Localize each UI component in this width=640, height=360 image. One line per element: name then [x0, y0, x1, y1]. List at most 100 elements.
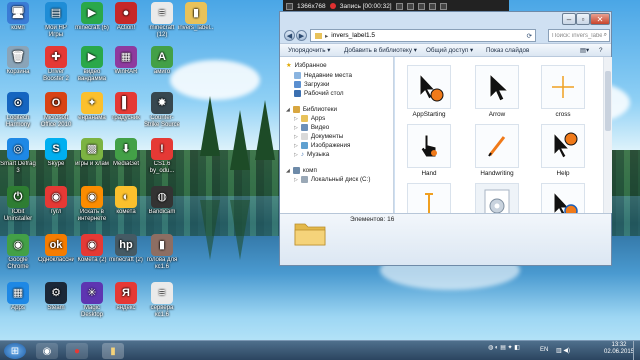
- back-button[interactable]: ◀: [284, 30, 295, 41]
- desktop-shortcut[interactable]: 🖥 комп: [0, 2, 36, 32]
- scrollbar-thumb[interactable]: [605, 71, 611, 131]
- file-tile-hand[interactable]: [407, 124, 451, 168]
- desktop-shortcut[interactable]: 🗑 Корзина: [0, 46, 36, 76]
- taskbar-action-recorder[interactable]: ●: [66, 343, 88, 359]
- file-tile-busy[interactable]: [541, 183, 585, 213]
- start-button[interactable]: ⊞: [4, 343, 26, 359]
- pine-reflection: [200, 200, 220, 260]
- tray-apps[interactable]: ◍ ◐ ▤ ✦ ◧: [488, 344, 520, 351]
- close-button[interactable]: ✕: [590, 13, 610, 25]
- desktop-shortcut[interactable]: ▤ Мои HP Игры: [38, 2, 74, 39]
- organize-menu[interactable]: Упорядочить ▾: [288, 47, 330, 54]
- desktop-shortcut-label: minecraft (12): [149, 25, 175, 38]
- desktop-shortcut[interactable]: ⬇ MediaGet: [108, 138, 144, 168]
- desktop-shortcut-label: сервера кс1.6: [150, 305, 174, 318]
- minimize-button[interactable]: –: [562, 13, 576, 25]
- desktop-shortcut[interactable]: Яяндекс: [108, 282, 144, 312]
- stop-button[interactable]: [406, 2, 414, 10]
- file-tile-appstarting[interactable]: [407, 65, 451, 109]
- desktop-shortcut[interactable]: ▮ голова для кс1.6: [144, 234, 180, 271]
- music-library-icon: ♪: [300, 151, 305, 158]
- desktop-shortcut[interactable]: ≡ minecraft (12): [144, 2, 180, 39]
- desktop-shortcut[interactable]: ◉ гугл: [38, 186, 74, 216]
- desktop-shortcut[interactable]: hp minecraft (2): [108, 234, 144, 264]
- screenshot-button[interactable]: [417, 2, 425, 10]
- nav-desktop[interactable]: Рабочий стол: [294, 89, 344, 98]
- pause-button[interactable]: [395, 2, 403, 10]
- nav-favorites[interactable]: ★ Избранное: [286, 61, 327, 70]
- desktop-shortcut[interactable]: O Microsoft Office 2010: [38, 92, 74, 129]
- nav-downloads[interactable]: Загрузки: [294, 80, 329, 89]
- desktop-shortcut[interactable]: ▌ градусник: [108, 92, 144, 122]
- folder-icon: [300, 115, 308, 122]
- desktop-shortcut[interactable]: ▦ Apps: [0, 282, 36, 312]
- refresh-icon[interactable]: ⟳: [527, 32, 532, 40]
- address-bar[interactable]: ▸ invers_label1.5 ⟳: [310, 29, 536, 42]
- desktop-shortcut[interactable]: ⊙ Logitech Harmony: [0, 92, 36, 129]
- nav-computer[interactable]: ◢ комп: [286, 166, 317, 175]
- nav-local-disk-c[interactable]: ▷ Локальный диск (C:): [294, 175, 370, 184]
- desktop-shortcut[interactable]: ▩ игры и хлам: [74, 138, 110, 168]
- desktop-shortcut[interactable]: ◍ Bandicam: [144, 186, 180, 216]
- file-tile-help[interactable]: [541, 124, 585, 168]
- close-button[interactable]: [439, 2, 447, 10]
- search-input[interactable]: Поиск: invers_label1.5 ⌕: [548, 29, 610, 42]
- file-tile-handwriting[interactable]: [475, 124, 519, 168]
- taskbar-explorer[interactable]: ▮: [102, 343, 124, 359]
- desktop-shortcut[interactable]: Aамиго: [144, 46, 180, 76]
- google-chrome-icon: ◉: [45, 186, 67, 208]
- desktop-shortcut[interactable]: ▦ WinRAR: [108, 46, 144, 76]
- maximize-button[interactable]: ▫: [576, 13, 590, 25]
- desktop-shortcut[interactable]: ✚ Driver Booster 2: [38, 46, 74, 83]
- desktop-shortcut[interactable]: ◉ Комета (2): [74, 234, 110, 264]
- file-tile-cross[interactable]: [541, 65, 585, 109]
- desktop-shortcut[interactable]: ● Action!: [108, 2, 144, 32]
- desktop-shortcut[interactable]: ⏻ IObit Uninstaller: [0, 186, 36, 223]
- desktop-shortcut[interactable]: ✳ Magic Desktop: [74, 282, 110, 319]
- language-indicator[interactable]: EN: [540, 347, 548, 353]
- folder-icon: ▮: [110, 345, 116, 357]
- clock[interactable]: 13:32 02.06.2015: [604, 342, 634, 356]
- desktop-shortcut[interactable]: ! CS1.6 by_odu...: [144, 138, 180, 175]
- show-desktop-button[interactable]: [633, 341, 640, 360]
- nav-lib-apps[interactable]: ▷ Apps: [294, 114, 325, 123]
- nav-lib-images[interactable]: ▷ Изображения: [294, 141, 350, 150]
- desktop-shortcut[interactable]: S Skype: [38, 138, 74, 168]
- desktop-shortcut[interactable]: ▶ minecraft (6): [74, 2, 110, 32]
- nav-recent-places[interactable]: Недавние места: [294, 71, 352, 80]
- desktop-shortcut[interactable]: ◉ Google Chrome: [0, 234, 36, 271]
- fullscreen-icon[interactable]: [286, 2, 293, 10]
- slideshow-button[interactable]: Показ слайдов: [486, 47, 529, 54]
- forward-button[interactable]: ▶: [296, 30, 307, 41]
- share-menu[interactable]: Общий доступ ▾: [426, 47, 473, 54]
- nav-libraries[interactable]: ◢ Библиотеки: [286, 105, 337, 114]
- nav-item-label: Apps: [310, 115, 326, 122]
- desktop-shortcut[interactable]: ◉ Искать в интернете: [74, 186, 110, 223]
- desktop-shortcut[interactable]: ▶ видео вандамма: [74, 46, 110, 83]
- desktop-shortcut[interactable]: ⚙ Steam: [38, 282, 74, 312]
- help-icon[interactable]: ?: [599, 47, 603, 54]
- desktop-shortcut[interactable]: ≡ сервера кс1.6: [144, 282, 180, 319]
- breadcrumb-separator-icon: ▸: [325, 32, 329, 40]
- taskbar-chrome[interactable]: ◉: [36, 343, 58, 359]
- desktop-shortcut[interactable]: ▮ invers_label...: [178, 2, 214, 32]
- file-tile-arrow[interactable]: [475, 65, 519, 109]
- view-options-icon[interactable]: ▤▾: [580, 47, 589, 54]
- cursor-handwriting-icon: [488, 136, 506, 157]
- nav-lib-documents[interactable]: ▷ Документы: [294, 132, 343, 141]
- desktop-shortcut[interactable]: ✦ енранама: [74, 92, 110, 122]
- pine-tree: [255, 100, 275, 160]
- desktop-shortcut[interactable]: ◐ комета: [108, 186, 144, 216]
- file-tile-settings[interactable]: [475, 183, 519, 213]
- nav-item-label: Локальный диск (C:): [310, 176, 371, 183]
- tray-icons[interactable]: ▥ ◀): [556, 347, 570, 354]
- add-to-library-menu[interactable]: Добавить в библиотеку ▾: [344, 47, 417, 54]
- camera-button[interactable]: [428, 2, 436, 10]
- desktop-shortcut[interactable]: ✸Counter-Strike Source v: [144, 92, 180, 129]
- nav-lib-music[interactable]: ▷ ♪ Музыка: [294, 150, 329, 159]
- file-tile-ibeam[interactable]: [407, 183, 451, 213]
- vertical-scrollbar[interactable]: [603, 57, 612, 213]
- nav-lib-video[interactable]: ▷ Видео: [294, 123, 329, 132]
- desktop-shortcut[interactable]: okОдноклассники: [38, 234, 74, 264]
- desktop-shortcut[interactable]: ◎ Smart Defrag 3: [0, 138, 36, 175]
